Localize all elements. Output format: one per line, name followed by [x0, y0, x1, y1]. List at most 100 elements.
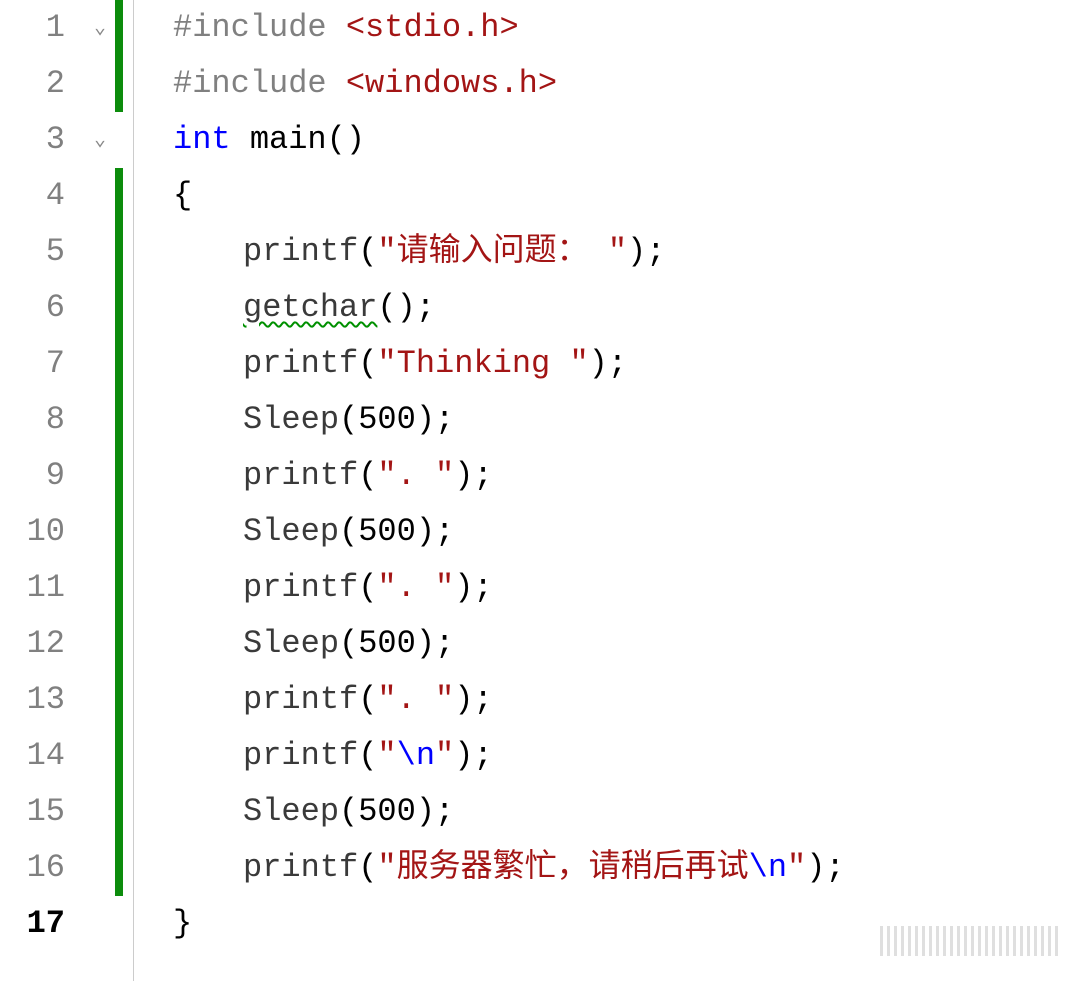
- token-punct: (: [358, 681, 377, 718]
- token-punct: (: [358, 233, 377, 270]
- token-incstr: <stdio.h>: [346, 9, 519, 46]
- line-number[interactable]: 13: [0, 672, 65, 728]
- line-number[interactable]: 17: [0, 896, 65, 952]
- line-number[interactable]: 7: [0, 336, 65, 392]
- change-bar: [115, 784, 123, 840]
- token-num: 500: [358, 793, 416, 830]
- token-incstr: <windows.h>: [346, 65, 557, 102]
- fold-column: ⌄⌄: [85, 0, 115, 981]
- code-line[interactable]: printf(". ");: [173, 672, 1080, 728]
- token-punct: );: [416, 401, 454, 438]
- code-line[interactable]: {: [173, 168, 1080, 224]
- line-number[interactable]: 9: [0, 448, 65, 504]
- code-line[interactable]: Sleep(500);: [173, 784, 1080, 840]
- line-number[interactable]: 11: [0, 560, 65, 616]
- watermark: [880, 926, 1060, 956]
- change-bar: [115, 280, 123, 336]
- change-bar: [115, 896, 123, 952]
- token-punct: );: [454, 681, 492, 718]
- chevron-down-icon: [85, 784, 115, 840]
- line-number[interactable]: 1: [0, 0, 65, 56]
- chevron-down-icon: [85, 896, 115, 952]
- chevron-down-icon[interactable]: ⌄: [85, 0, 115, 56]
- chevron-down-icon: [85, 728, 115, 784]
- token-punct: );: [416, 625, 454, 662]
- token-punct: ();: [377, 289, 435, 326]
- chevron-down-icon: [85, 224, 115, 280]
- chevron-down-icon: [85, 616, 115, 672]
- token-callname: printf: [243, 345, 358, 382]
- line-number[interactable]: 16: [0, 840, 65, 896]
- change-bar: [115, 728, 123, 784]
- code-line[interactable]: printf("服务器繁忙，请稍后再试\n");: [173, 840, 1080, 896]
- token-string: ": [377, 737, 396, 774]
- code-line[interactable]: printf(". ");: [173, 448, 1080, 504]
- change-indicator-column: [115, 0, 123, 981]
- code-line[interactable]: Sleep(500);: [173, 392, 1080, 448]
- line-number[interactable]: 5: [0, 224, 65, 280]
- token-punct: (: [339, 793, 358, 830]
- token-string: "请输入问题： ": [377, 233, 627, 270]
- change-bar: [115, 392, 123, 448]
- line-number[interactable]: 6: [0, 280, 65, 336]
- token-string: "Thinking ": [377, 345, 588, 382]
- code-line[interactable]: printf("Thinking ");: [173, 336, 1080, 392]
- token-punct: );: [589, 345, 627, 382]
- token-callname: printf: [243, 849, 358, 886]
- change-bar: [115, 616, 123, 672]
- chevron-down-icon: [85, 504, 115, 560]
- change-bar: [115, 336, 123, 392]
- change-bar: [115, 448, 123, 504]
- code-editor[interactable]: 1234567891011121314151617 ⌄⌄ #include <s…: [0, 0, 1080, 981]
- code-content[interactable]: #include <stdio.h>#include <windows.h>in…: [173, 0, 1080, 981]
- code-line[interactable]: printf("\n");: [173, 728, 1080, 784]
- token-brace: }: [173, 905, 192, 942]
- code-line[interactable]: printf("请输入问题： ");: [173, 224, 1080, 280]
- token-punct: (: [339, 625, 358, 662]
- token-callname: printf: [243, 569, 358, 606]
- token-string: ": [787, 849, 806, 886]
- token-punct: );: [454, 737, 492, 774]
- token-string: "服务器繁忙，请稍后再试: [377, 849, 748, 886]
- token-brace: {: [173, 177, 192, 214]
- token-num: 500: [358, 401, 416, 438]
- code-line[interactable]: int main(): [173, 112, 1080, 168]
- token-punct: (: [358, 569, 377, 606]
- token-directive: #include: [173, 9, 346, 46]
- code-line[interactable]: #include <windows.h>: [173, 56, 1080, 112]
- token-keyword: int: [173, 121, 231, 158]
- line-number[interactable]: 10: [0, 504, 65, 560]
- chevron-down-icon: [85, 560, 115, 616]
- code-line[interactable]: #include <stdio.h>: [173, 0, 1080, 56]
- line-number[interactable]: 15: [0, 784, 65, 840]
- token-string: ". ": [377, 681, 454, 718]
- code-line[interactable]: Sleep(500);: [173, 504, 1080, 560]
- token-fname: main(): [231, 121, 365, 158]
- code-line[interactable]: Sleep(500);: [173, 616, 1080, 672]
- token-string: ". ": [377, 569, 454, 606]
- line-number[interactable]: 3: [0, 112, 65, 168]
- line-number[interactable]: 12: [0, 616, 65, 672]
- token-punct: (: [358, 737, 377, 774]
- change-bar: [115, 560, 123, 616]
- token-callname: Sleep: [243, 513, 339, 550]
- token-punct: (: [358, 345, 377, 382]
- change-bar: [115, 56, 123, 112]
- chevron-down-icon[interactable]: ⌄: [85, 112, 115, 168]
- token-punct: (: [339, 513, 358, 550]
- line-number[interactable]: 14: [0, 728, 65, 784]
- line-number[interactable]: 8: [0, 392, 65, 448]
- token-num: 500: [358, 625, 416, 662]
- change-bar: [115, 840, 123, 896]
- code-line[interactable]: getchar();: [173, 280, 1080, 336]
- token-callname: Sleep: [243, 401, 339, 438]
- line-number[interactable]: 4: [0, 168, 65, 224]
- token-callname: printf: [243, 233, 358, 270]
- line-number[interactable]: 2: [0, 56, 65, 112]
- token-punct: (: [358, 457, 377, 494]
- change-bar: [115, 672, 123, 728]
- token-string: ": [435, 737, 454, 774]
- change-bar: [115, 504, 123, 560]
- token-punct: );: [627, 233, 665, 270]
- code-line[interactable]: printf(". ");: [173, 560, 1080, 616]
